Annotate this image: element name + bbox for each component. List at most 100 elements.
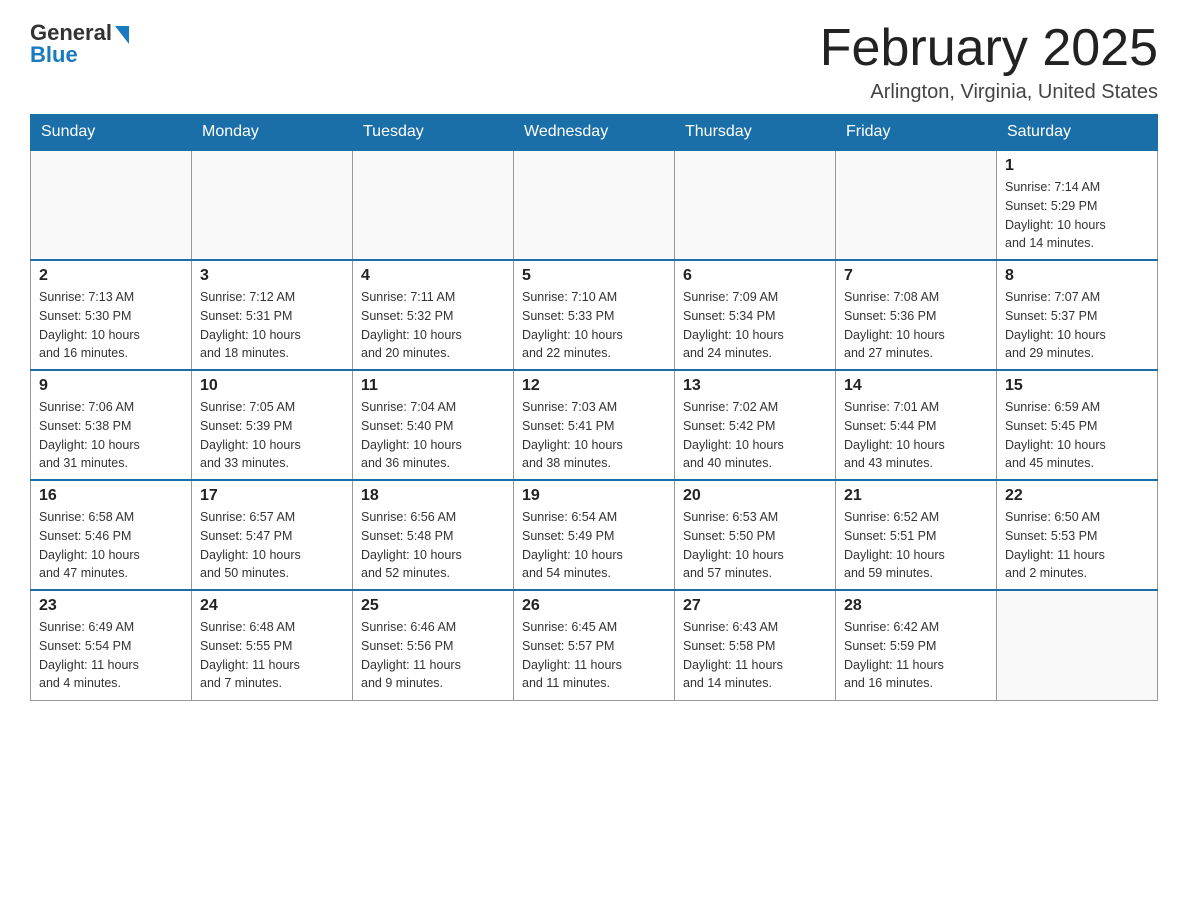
day-info: Sunrise: 6:56 AM Sunset: 5:48 PM Dayligh… — [361, 508, 505, 583]
day-info: Sunrise: 7:05 AM Sunset: 5:39 PM Dayligh… — [200, 398, 344, 473]
calendar-day-cell: 6 Sunrise: 7:09 AM Sunset: 5:34 PM Daylig… — [675, 260, 836, 370]
logo: General Blue — [30, 20, 129, 68]
calendar-table: SundayMondayTuesdayWednesdayThursdayFrid… — [30, 114, 1158, 701]
day-info: Sunrise: 6:43 AM Sunset: 5:58 PM Dayligh… — [683, 618, 827, 693]
month-title: February 2025 — [820, 20, 1158, 77]
day-number: 19 — [522, 487, 666, 505]
logo-arrow-icon — [115, 26, 129, 44]
day-info: Sunrise: 6:54 AM Sunset: 5:49 PM Dayligh… — [522, 508, 666, 583]
calendar-day-cell: 15Sunrise: 6:59 AM Sunset: 5:45 PM Dayli… — [997, 370, 1158, 480]
calendar-week-row: 9Sunrise: 7:06 AM Sunset: 5:38 PM Daylig… — [31, 370, 1158, 480]
calendar-day-cell: 25 Sunrise: 6:46 AM Sunset: 5:56 PM Dayli… — [353, 590, 514, 700]
day-number: 12 — [522, 377, 666, 395]
calendar-day-cell: 21 Sunrise: 6:52 AM Sunset: 5:51 PM Dayli… — [836, 480, 997, 590]
calendar-day-cell — [675, 150, 836, 260]
calendar-day-cell: 20 Sunrise: 6:53 AM Sunset: 5:50 PM Dayli… — [675, 480, 836, 590]
day-number: 3 — [200, 267, 344, 285]
day-number: 1 — [1005, 157, 1149, 175]
day-info: Sunrise: 6:42 AM Sunset: 5:59 PM Dayligh… — [844, 618, 988, 693]
calendar-day-cell: 7 Sunrise: 7:08 AM Sunset: 5:36 PM Daylig… — [836, 260, 997, 370]
calendar-day-cell: 2 Sunrise: 7:13 AM Sunset: 5:30 PM Daylig… — [31, 260, 192, 370]
day-info: Sunrise: 7:11 AM Sunset: 5:32 PM Dayligh… — [361, 288, 505, 363]
calendar-day-cell: 1 Sunrise: 7:14 AM Sunset: 5:29 PM Daylig… — [997, 150, 1158, 260]
day-info: Sunrise: 6:50 AM Sunset: 5:53 PM Dayligh… — [1005, 508, 1149, 583]
calendar-day-cell: 17 Sunrise: 6:57 AM Sunset: 5:47 PM Dayli… — [192, 480, 353, 590]
calendar-day-cell: 4 Sunrise: 7:11 AM Sunset: 5:32 PM Daylig… — [353, 260, 514, 370]
day-number: 27 — [683, 597, 827, 615]
calendar-day-cell: 24 Sunrise: 6:48 AM Sunset: 5:55 PM Dayli… — [192, 590, 353, 700]
day-info: Sunrise: 7:13 AM Sunset: 5:30 PM Dayligh… — [39, 288, 183, 363]
calendar-day-cell: 22 Sunrise: 6:50 AM Sunset: 5:53 PM Dayli… — [997, 480, 1158, 590]
day-number: 7 — [844, 267, 988, 285]
day-info: Sunrise: 7:01 AM Sunset: 5:44 PM Dayligh… — [844, 398, 988, 473]
title-block: February 2025 Arlington, Virginia, Unite… — [820, 20, 1158, 104]
day-info: Sunrise: 7:09 AM Sunset: 5:34 PM Dayligh… — [683, 288, 827, 363]
day-info: Sunrise: 7:10 AM Sunset: 5:33 PM Dayligh… — [522, 288, 666, 363]
calendar-header-row: SundayMondayTuesdayWednesdayThursdayFrid… — [31, 115, 1158, 151]
day-info: Sunrise: 7:14 AM Sunset: 5:29 PM Dayligh… — [1005, 178, 1149, 253]
day-info: Sunrise: 6:57 AM Sunset: 5:47 PM Dayligh… — [200, 508, 344, 583]
day-number: 20 — [683, 487, 827, 505]
day-number: 11 — [361, 377, 505, 395]
day-info: Sunrise: 6:52 AM Sunset: 5:51 PM Dayligh… — [844, 508, 988, 583]
day-number: 9 — [39, 377, 183, 395]
day-number: 13 — [683, 377, 827, 395]
calendar-day-cell: 10 Sunrise: 7:05 AM Sunset: 5:39 PM Dayli… — [192, 370, 353, 480]
day-number: 23 — [39, 597, 183, 615]
day-number: 10 — [200, 377, 344, 395]
day-info: Sunrise: 7:04 AM Sunset: 5:40 PM Dayligh… — [361, 398, 505, 473]
calendar-week-row: 23 Sunrise: 6:49 AM Sunset: 5:54 PM Dayli… — [31, 590, 1158, 700]
day-of-week-header: Saturday — [997, 115, 1158, 151]
day-number: 5 — [522, 267, 666, 285]
day-of-week-header: Tuesday — [353, 115, 514, 151]
day-of-week-header: Sunday — [31, 115, 192, 151]
day-info: Sunrise: 7:02 AM Sunset: 5:42 PM Dayligh… — [683, 398, 827, 473]
calendar-day-cell: 16 Sunrise: 6:58 AM Sunset: 5:46 PM Dayli… — [31, 480, 192, 590]
day-number: 21 — [844, 487, 988, 505]
calendar-day-cell: 11 Sunrise: 7:04 AM Sunset: 5:40 PM Dayli… — [353, 370, 514, 480]
day-number: 25 — [361, 597, 505, 615]
calendar-day-cell — [31, 150, 192, 260]
day-number: 4 — [361, 267, 505, 285]
calendar-day-cell — [353, 150, 514, 260]
day-info: Sunrise: 6:49 AM Sunset: 5:54 PM Dayligh… — [39, 618, 183, 693]
calendar-day-cell: 13 Sunrise: 7:02 AM Sunset: 5:42 PM Dayli… — [675, 370, 836, 480]
day-number: 28 — [844, 597, 988, 615]
calendar-day-cell: 19 Sunrise: 6:54 AM Sunset: 5:49 PM Dayli… — [514, 480, 675, 590]
day-number: 14 — [844, 377, 988, 395]
day-info: Sunrise: 6:46 AM Sunset: 5:56 PM Dayligh… — [361, 618, 505, 693]
calendar-day-cell — [192, 150, 353, 260]
day-info: Sunrise: 7:08 AM Sunset: 5:36 PM Dayligh… — [844, 288, 988, 363]
calendar-day-cell: 27 Sunrise: 6:43 AM Sunset: 5:58 PM Dayli… — [675, 590, 836, 700]
day-info: Sunrise: 6:45 AM Sunset: 5:57 PM Dayligh… — [522, 618, 666, 693]
day-info: Sunrise: 7:03 AM Sunset: 5:41 PM Dayligh… — [522, 398, 666, 473]
calendar-day-cell — [836, 150, 997, 260]
calendar-week-row: 1 Sunrise: 7:14 AM Sunset: 5:29 PM Daylig… — [31, 150, 1158, 260]
day-number: 16 — [39, 487, 183, 505]
location-text: Arlington, Virginia, United States — [820, 81, 1158, 104]
calendar-day-cell: 9Sunrise: 7:06 AM Sunset: 5:38 PM Daylig… — [31, 370, 192, 480]
day-number: 6 — [683, 267, 827, 285]
calendar-day-cell: 3 Sunrise: 7:12 AM Sunset: 5:31 PM Daylig… — [192, 260, 353, 370]
day-number: 24 — [200, 597, 344, 615]
calendar-day-cell: 26 Sunrise: 6:45 AM Sunset: 5:57 PM Dayli… — [514, 590, 675, 700]
logo-blue-text: Blue — [30, 42, 78, 68]
day-of-week-header: Monday — [192, 115, 353, 151]
calendar-day-cell: 28 Sunrise: 6:42 AM Sunset: 5:59 PM Dayli… — [836, 590, 997, 700]
day-info: Sunrise: 7:12 AM Sunset: 5:31 PM Dayligh… — [200, 288, 344, 363]
calendar-day-cell: 23 Sunrise: 6:49 AM Sunset: 5:54 PM Dayli… — [31, 590, 192, 700]
day-number: 26 — [522, 597, 666, 615]
calendar-week-row: 2 Sunrise: 7:13 AM Sunset: 5:30 PM Daylig… — [31, 260, 1158, 370]
day-of-week-header: Wednesday — [514, 115, 675, 151]
day-number: 17 — [200, 487, 344, 505]
day-number: 15 — [1005, 377, 1149, 395]
day-number: 2 — [39, 267, 183, 285]
day-info: Sunrise: 6:53 AM Sunset: 5:50 PM Dayligh… — [683, 508, 827, 583]
day-info: Sunrise: 6:58 AM Sunset: 5:46 PM Dayligh… — [39, 508, 183, 583]
day-number: 18 — [361, 487, 505, 505]
calendar-day-cell: 18 Sunrise: 6:56 AM Sunset: 5:48 PM Dayli… — [353, 480, 514, 590]
day-number: 22 — [1005, 487, 1149, 505]
day-info: Sunrise: 6:48 AM Sunset: 5:55 PM Dayligh… — [200, 618, 344, 693]
calendar-day-cell — [514, 150, 675, 260]
page-header: General Blue February 2025 Arlington, Vi… — [30, 20, 1158, 104]
